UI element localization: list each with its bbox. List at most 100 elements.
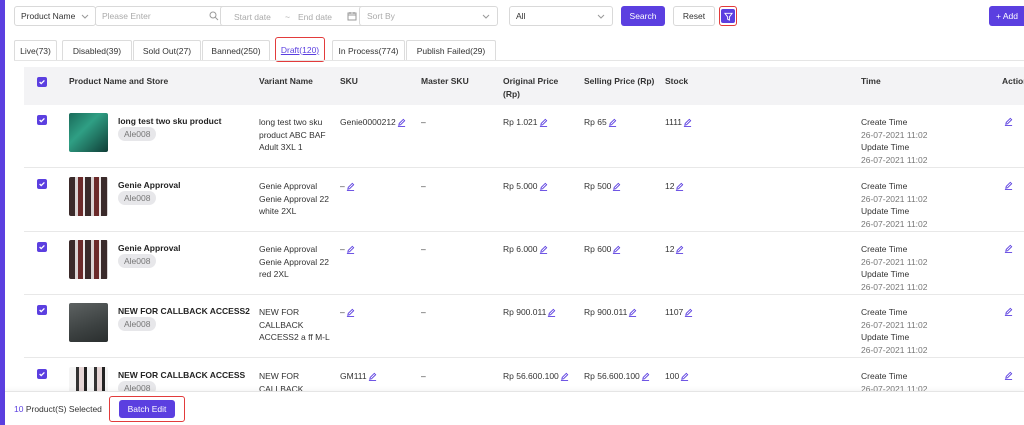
tab-sold-out[interactable]: Sold Out(27) [133, 40, 201, 60]
filter-bar: Product Name Please Enter Start date ~ E… [14, 6, 1024, 26]
tab-banned[interactable]: Banned(250) [202, 40, 270, 60]
edit-pencil-icon[interactable] [675, 245, 684, 255]
sku-value: Genie0000212 [340, 117, 396, 127]
header-selling-price: Selling Price (Rp) [584, 76, 655, 86]
original-price-cell: Rp 56.600.100 [503, 370, 569, 383]
product-thumbnail[interactable] [69, 240, 108, 279]
check-icon [39, 307, 45, 313]
table-row: Genie Approval Ale008 Genie Approval Genie… [24, 232, 1024, 295]
tab-live[interactable]: Live(73) [14, 40, 57, 60]
status-select[interactable]: All [509, 6, 613, 26]
edit-pencil-icon[interactable] [397, 118, 406, 128]
check-icon [39, 117, 45, 123]
edit-pencil-icon[interactable] [612, 245, 621, 255]
selling-price-cell: Rp 65 [584, 116, 617, 129]
table-header: Product Name and Store Variant Name SKU … [24, 67, 1024, 105]
product-name[interactable]: Genie Approval [118, 243, 181, 253]
date-range-picker[interactable]: Start date ~ End date [220, 6, 365, 26]
sort-by-placeholder: Sort By [367, 11, 395, 21]
row-checkbox[interactable] [37, 369, 47, 379]
add-product-button[interactable]: + Add [989, 6, 1024, 26]
update-time-label: Update Time [861, 142, 910, 152]
time-cell: Create Time 26-07-2021 11:02 Update Time 26… [861, 243, 927, 293]
header-product: Product Name and Store [69, 76, 169, 86]
row-edit-action[interactable] [1003, 243, 1013, 254]
edit-pencil-icon[interactable] [547, 308, 556, 318]
search-input[interactable]: Please Enter [95, 6, 226, 26]
select-all-checkbox[interactable] [37, 77, 47, 87]
edit-pencil-icon[interactable] [680, 372, 689, 382]
check-icon [39, 79, 45, 85]
edit-pencil-icon[interactable] [560, 372, 569, 382]
product-name-select[interactable]: Product Name [14, 6, 96, 26]
store-badge: Ale008 [118, 127, 157, 141]
edit-pencil-icon[interactable] [346, 308, 355, 318]
row-edit-action[interactable] [1003, 180, 1013, 191]
update-time-label: Update Time [861, 269, 910, 279]
row-checkbox[interactable] [37, 179, 47, 189]
edit-pencil-icon[interactable] [368, 372, 377, 382]
product-thumbnail[interactable] [69, 113, 108, 152]
header-stock: Stock [665, 76, 689, 86]
header-original-price: Original Price (Rp) [503, 76, 559, 99]
edit-pencil-icon[interactable] [684, 308, 693, 318]
edit-pencil-icon[interactable] [1004, 181, 1013, 191]
original-price-cell: Rp 5.000 [503, 180, 548, 193]
sku-cell: GM111 [340, 370, 377, 383]
row-edit-action[interactable] [1003, 370, 1013, 381]
selected-count: 10 Product(S) Selected [14, 404, 102, 414]
update-time-label: Update Time [861, 332, 910, 342]
product-name[interactable]: NEW FOR CALLBACK ACCESS [118, 370, 245, 380]
tab-draft[interactable]: Draft(120) [275, 37, 325, 62]
selling-price-value: Rp 600 [584, 244, 612, 254]
tab-publish-failed[interactable]: Publish Failed(29) [406, 40, 496, 60]
row-checkbox[interactable] [37, 242, 47, 252]
batch-edit-button[interactable]: Batch Edit [119, 400, 175, 418]
edit-pencil-icon[interactable] [539, 182, 548, 192]
row-edit-action[interactable] [1003, 116, 1013, 127]
product-thumbnail[interactable] [69, 177, 108, 216]
create-time-value: 26-07-2021 11:02 [861, 319, 928, 330]
start-date-placeholder: Start date [234, 12, 271, 22]
header-master-sku: Master SKU [421, 76, 469, 86]
date-separator: ~ [285, 12, 290, 22]
sort-by-select[interactable]: Sort By [359, 6, 498, 26]
edit-pencil-icon[interactable] [539, 245, 548, 255]
edit-pencil-icon[interactable] [1004, 117, 1013, 127]
edit-pencil-icon[interactable] [346, 245, 355, 255]
chevron-down-icon [597, 14, 605, 19]
edit-pencil-icon[interactable] [675, 182, 684, 192]
table-row: Genie Approval Ale008 Genie Approval Genie… [24, 169, 1024, 232]
edit-pencil-icon[interactable] [683, 118, 692, 128]
edit-pencil-icon[interactable] [612, 182, 621, 192]
tab-disabled[interactable]: Disabled(39) [62, 40, 132, 60]
row-edit-action[interactable] [1003, 306, 1013, 317]
product-name[interactable]: long test two sku product [118, 116, 221, 126]
sku-cell: – [340, 306, 355, 319]
edit-pencil-icon[interactable] [608, 118, 617, 128]
table-row: NEW FOR CALLBACK ACCESS2 Ale008 NEW FOR CA… [24, 295, 1024, 358]
row-checkbox[interactable] [37, 305, 47, 315]
chevron-down-icon [482, 14, 490, 19]
edit-pencil-icon[interactable] [641, 372, 650, 382]
selling-price-cell: Rp 600 [584, 243, 621, 256]
header-variant: Variant Name [259, 76, 313, 86]
product-thumbnail[interactable] [69, 303, 108, 342]
edit-pencil-icon[interactable] [539, 118, 548, 128]
selling-price-cell: Rp 500 [584, 180, 621, 193]
tab-in-process[interactable]: In Process(774) [332, 40, 405, 60]
edit-pencil-icon[interactable] [1004, 307, 1013, 317]
product-name[interactable]: NEW FOR CALLBACK ACCESS2 [118, 306, 250, 316]
edit-pencil-icon[interactable] [1004, 371, 1013, 381]
search-button[interactable]: Search [621, 6, 665, 26]
edit-pencil-icon[interactable] [346, 182, 355, 192]
row-checkbox[interactable] [37, 115, 47, 125]
stock-value: 1107 [665, 307, 684, 317]
reset-button[interactable]: Reset [673, 6, 715, 26]
edit-pencil-icon[interactable] [1004, 244, 1013, 254]
edit-pencil-icon[interactable] [628, 308, 637, 318]
product-name[interactable]: Genie Approval [118, 180, 181, 190]
time-cell: Create Time 26-07-2021 11:02 Update Time 26… [861, 180, 927, 230]
store-badge: Ale008 [118, 317, 157, 331]
advanced-filter-button[interactable] [719, 6, 737, 26]
